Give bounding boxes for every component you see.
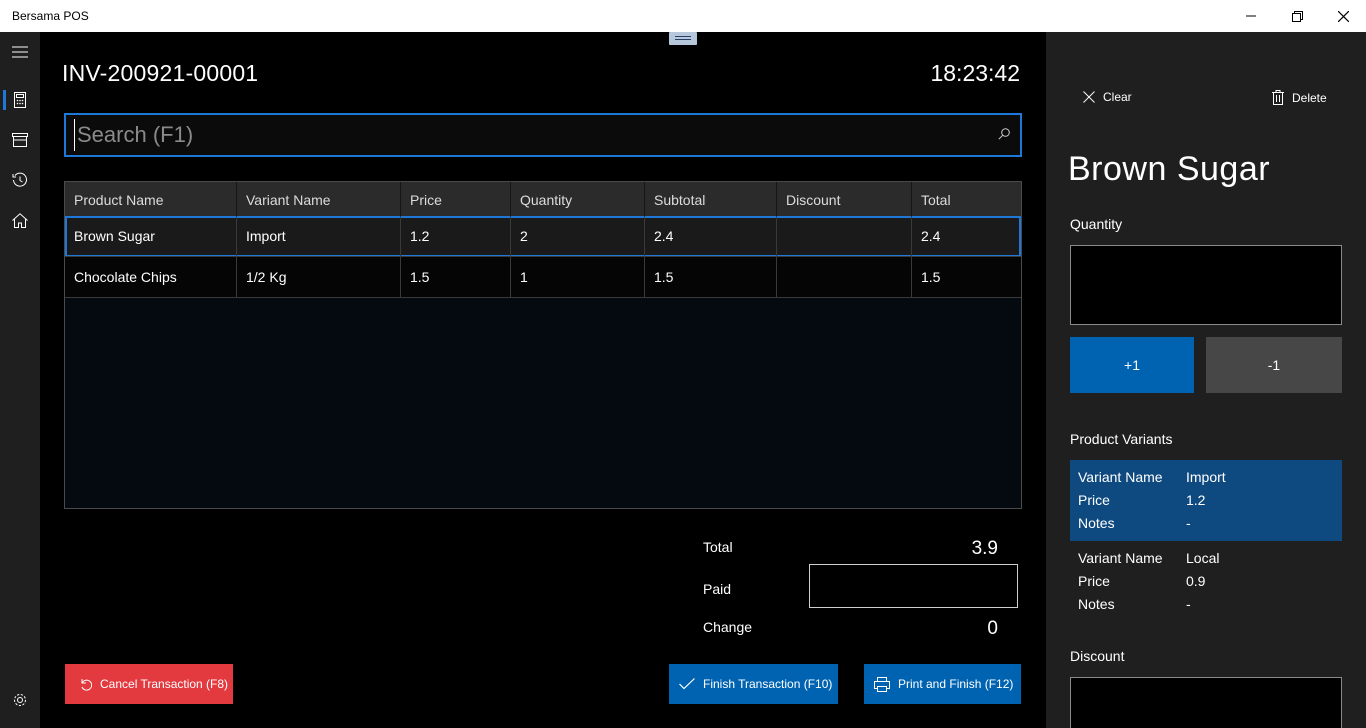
variant-notes-key: Notes xyxy=(1078,515,1115,531)
variant-name-value: Import xyxy=(1186,469,1226,485)
total-label: Total xyxy=(703,539,733,555)
nav-item-home[interactable] xyxy=(0,200,40,240)
close-icon xyxy=(1083,91,1095,103)
print-and-finish-label: Print and Finish (F12) xyxy=(898,677,1014,691)
variant-item[interactable]: Variant Name Local Price 0.9 Notes - xyxy=(1070,541,1342,622)
variant-notes-key: Notes xyxy=(1078,596,1115,612)
cell-price: 1.5 xyxy=(401,257,511,298)
change-value: 0 xyxy=(987,618,998,639)
cell-variant-name: 1/2 Kg xyxy=(237,257,401,298)
cancel-transaction-button[interactable]: Cancel Transaction (F8) xyxy=(65,664,233,704)
invoice-number: INV-200921-00001 xyxy=(62,60,259,86)
column-header[interactable]: Price xyxy=(401,182,511,216)
checkmark-icon xyxy=(679,678,695,690)
variant-notes-value: - xyxy=(1186,515,1191,531)
column-header[interactable]: Discount xyxy=(777,182,912,216)
table-row[interactable]: Brown Sugar Import 1.2 2 2.4 2.4 xyxy=(65,216,1021,257)
printer-icon xyxy=(874,676,890,692)
quantity-input[interactable] xyxy=(1070,245,1342,325)
column-header[interactable]: Quantity xyxy=(511,182,645,216)
product-variants-label: Product Variants xyxy=(1070,431,1173,447)
minimize-button[interactable] xyxy=(1228,0,1274,32)
decrement-button[interactable]: -1 xyxy=(1206,337,1342,393)
nav-item-store[interactable] xyxy=(0,120,40,160)
print-and-finish-button[interactable]: Print and Finish (F12) xyxy=(864,664,1021,704)
clock: 18:23:42 xyxy=(930,60,1020,86)
discount-label: Discount xyxy=(1070,648,1125,664)
paid-input[interactable] xyxy=(809,564,1018,608)
finish-transaction-button[interactable]: Finish Transaction (F10) xyxy=(669,664,838,704)
nav-item-pos[interactable] xyxy=(0,80,40,120)
close-button[interactable] xyxy=(1320,0,1366,32)
search-box[interactable] xyxy=(64,113,1022,157)
column-header[interactable]: Total xyxy=(912,182,1021,216)
window-title: Bersama POS xyxy=(12,9,89,23)
search-input[interactable] xyxy=(74,119,974,151)
column-header[interactable]: Subtotal xyxy=(645,182,777,216)
nav-rail xyxy=(0,32,40,728)
variant-price-key: Price xyxy=(1078,492,1110,508)
store-icon xyxy=(12,133,28,147)
cell-subtotal: 2.4 xyxy=(645,216,777,257)
total-value: 3.9 xyxy=(971,538,998,559)
variant-price-key: Price xyxy=(1078,573,1110,589)
title-bar: Bersama POS xyxy=(0,0,1366,32)
variant-price-value: 0.9 xyxy=(1186,573,1206,589)
history-icon xyxy=(12,172,27,187)
clear-label: Clear xyxy=(1103,90,1132,104)
restore-icon xyxy=(1291,10,1303,22)
close-icon xyxy=(1337,10,1349,22)
cell-subtotal: 1.5 xyxy=(645,257,777,298)
cell-total: 2.4 xyxy=(912,216,1021,257)
cell-quantity: 2 xyxy=(511,216,645,257)
cell-variant-name: Import xyxy=(237,216,401,257)
cart-table: Product Name Variant Name Price Quantity… xyxy=(64,181,1022,509)
quantity-label: Quantity xyxy=(1070,216,1123,232)
minimize-icon xyxy=(1246,15,1256,17)
calculator-icon xyxy=(14,92,26,108)
increment-button[interactable]: +1 xyxy=(1070,337,1194,393)
gear-icon xyxy=(14,694,26,706)
clear-button[interactable]: Clear xyxy=(1083,90,1132,104)
search-icon[interactable] xyxy=(998,128,1010,140)
nav-item-settings[interactable] xyxy=(0,680,40,720)
cell-discount xyxy=(777,216,912,257)
column-header[interactable]: Variant Name xyxy=(237,182,401,216)
cancel-transaction-label: Cancel Transaction (F8) xyxy=(100,677,229,691)
restore-button[interactable] xyxy=(1274,0,1320,32)
product-title: Brown Sugar xyxy=(1068,150,1271,188)
column-header[interactable]: Product Name xyxy=(65,182,237,216)
cell-total: 1.5 xyxy=(912,257,1021,298)
home-icon xyxy=(12,212,28,228)
trash-icon xyxy=(1272,90,1284,105)
table-header: Product Name Variant Name Price Quantity… xyxy=(65,182,1021,216)
product-detail-pane: Clear Delete Brown Sugar Quantity +1 -1 … xyxy=(1046,32,1366,728)
drag-handle[interactable] xyxy=(669,32,697,45)
main-panel: INV-200921-00001 18:23:42 Product Name V… xyxy=(40,32,1046,728)
hamburger-icon xyxy=(12,46,28,58)
variant-name-value: Local xyxy=(1186,550,1220,566)
nav-item-history[interactable] xyxy=(0,160,40,200)
delete-label: Delete xyxy=(1292,90,1327,105)
hamburger-menu-button[interactable] xyxy=(0,32,40,72)
cell-discount xyxy=(777,257,912,298)
variant-name-key: Variant Name xyxy=(1078,469,1163,485)
cell-product-name: Brown Sugar xyxy=(65,216,237,257)
discount-input[interactable] xyxy=(1070,677,1342,728)
variant-notes-value: - xyxy=(1186,596,1191,612)
delete-button[interactable]: Delete xyxy=(1272,90,1327,105)
paid-label: Paid xyxy=(703,581,732,597)
cell-quantity: 1 xyxy=(511,257,645,298)
variant-item[interactable]: Variant Name Import Price 1.2 Notes - xyxy=(1070,460,1342,541)
table-row[interactable]: Chocolate Chips 1/2 Kg 1.5 1 1.5 1.5 xyxy=(65,257,1021,298)
change-label: Change xyxy=(703,619,753,635)
finish-transaction-label: Finish Transaction (F10) xyxy=(703,677,833,691)
cell-product-name: Chocolate Chips xyxy=(65,257,237,298)
variant-price-value: 1.2 xyxy=(1186,492,1206,508)
cell-price: 1.2 xyxy=(401,216,511,257)
undo-icon xyxy=(81,678,92,691)
variant-name-key: Variant Name xyxy=(1078,550,1163,566)
